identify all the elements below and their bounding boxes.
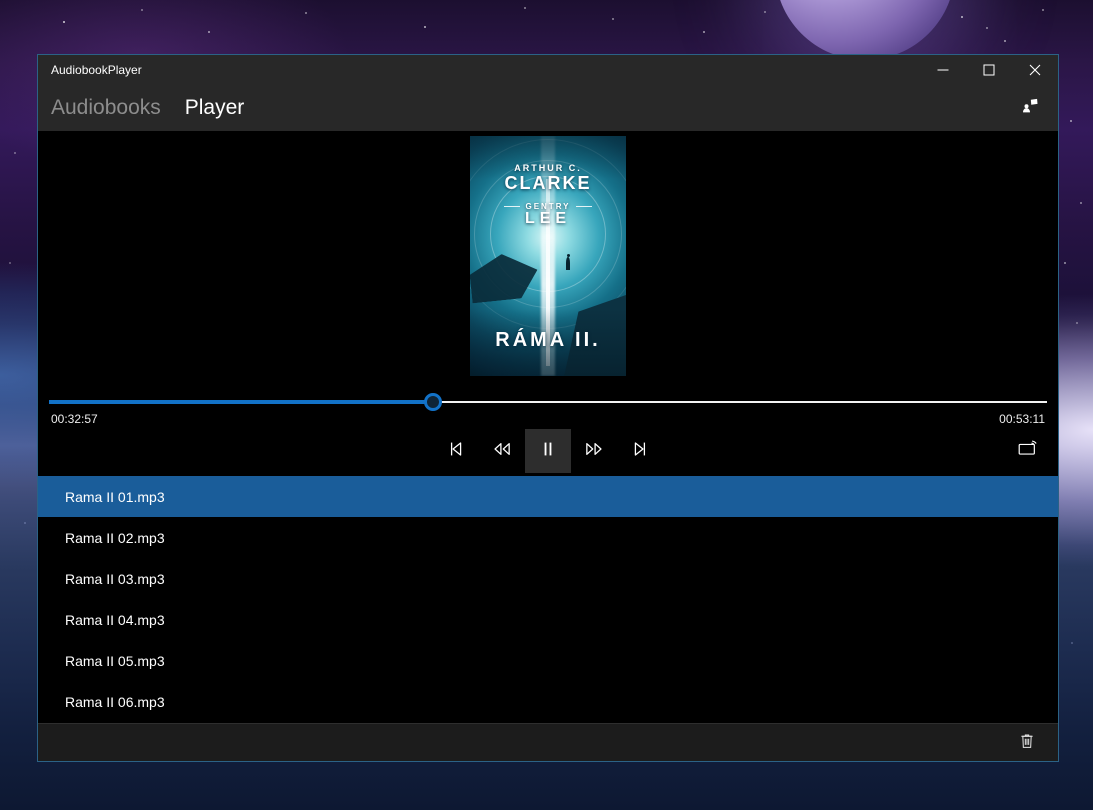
pivot-nav: Audiobooks Player <box>38 85 1058 131</box>
cast-icon <box>1016 438 1038 465</box>
elapsed-time: 00:32:57 <box>51 412 98 426</box>
minimize-icon <box>937 64 949 76</box>
close-icon <box>1029 64 1041 76</box>
trash-icon <box>1017 731 1037 756</box>
playlist-row[interactable]: Rama II 06.mp3 <box>38 681 1058 722</box>
time-labels: 00:32:57 00:53:11 <box>51 412 1045 426</box>
playlist-row[interactable]: Rama II 01.mp3 <box>38 476 1058 517</box>
close-button[interactable] <box>1012 55 1058 85</box>
maximize-button[interactable] <box>966 55 1012 85</box>
player-page: ARTHUR C. CLARKE GENTRY LEE RÁMA II. 00:… <box>38 131 1058 761</box>
previous-track-icon <box>445 438 467 465</box>
window-controls <box>920 55 1058 85</box>
fast-forward-icon <box>583 438 605 465</box>
app-title: AudiobookPlayer <box>51 63 142 77</box>
album-art: ARTHUR C. CLARKE GENTRY LEE RÁMA II. <box>470 136 626 376</box>
stars <box>0 0 2 2</box>
titlebar[interactable]: AudiobookPlayer <box>38 55 1058 85</box>
cover-author-line2: CLARKE <box>504 173 592 193</box>
seek-slider[interactable] <box>49 393 1047 411</box>
playlist: Rama II 01.mp3 Rama II 02.mp3 Rama II 03… <box>38 476 1058 722</box>
next-track-icon <box>629 438 651 465</box>
total-time: 00:53:11 <box>999 412 1045 426</box>
mini-player-button[interactable] <box>1015 93 1045 123</box>
delete-button[interactable] <box>1004 724 1050 762</box>
minimize-button[interactable] <box>920 55 966 85</box>
next-track-button[interactable] <box>617 429 663 473</box>
playlist-row[interactable]: Rama II 03.mp3 <box>38 558 1058 599</box>
tab-player[interactable]: Player <box>185 96 245 120</box>
previous-track-button[interactable] <box>433 429 479 473</box>
rewind-icon <box>491 438 513 465</box>
pause-icon <box>537 438 559 465</box>
tab-audiobooks[interactable]: Audiobooks <box>51 96 161 120</box>
seek-thumb[interactable] <box>424 393 443 411</box>
cover-book-title: RÁMA II. <box>495 329 601 351</box>
person-with-square-icon <box>1020 96 1040 121</box>
playlist-row[interactable]: Rama II 04.mp3 <box>38 599 1058 640</box>
planet <box>775 0 955 60</box>
transport-controls <box>38 429 1058 473</box>
fast-forward-button[interactable] <box>571 429 617 473</box>
rewind-button[interactable] <box>479 429 525 473</box>
command-bar <box>38 723 1058 761</box>
cover-coauthor-line2: LEE <box>524 210 572 227</box>
cast-button[interactable] <box>1004 429 1050 473</box>
maximize-icon <box>983 64 995 76</box>
playlist-row[interactable]: Rama II 02.mp3 <box>38 517 1058 558</box>
pause-button[interactable] <box>525 429 571 473</box>
seek-fill <box>49 400 434 404</box>
playlist-row[interactable]: Rama II 05.mp3 <box>38 640 1058 681</box>
cover-author-line1: ARTHUR C. <box>514 163 582 173</box>
app-window: AudiobookPlayer Audiobooks Player ARTHUR… <box>37 54 1059 762</box>
